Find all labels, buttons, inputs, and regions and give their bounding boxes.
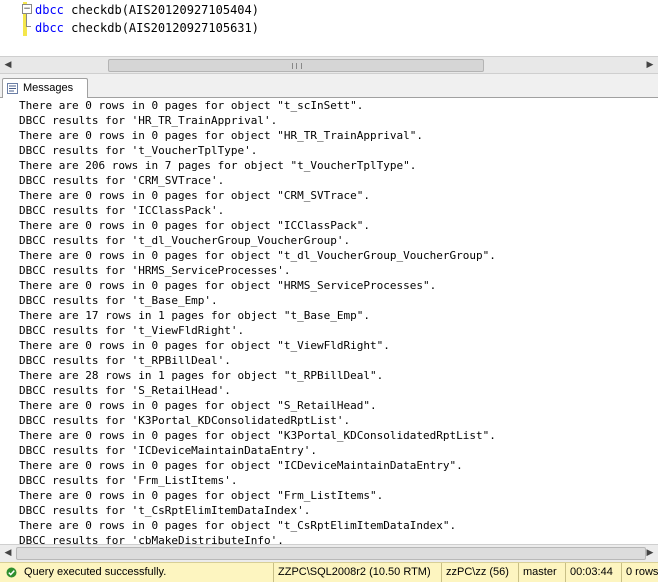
scroll-right-icon[interactable]: ▶: [642, 545, 658, 562]
status-rows: 0 rows: [621, 563, 658, 582]
message-line: There are 0 rows in 0 pages for object "…: [19, 399, 377, 412]
code-line-1[interactable]: dbcc checkdb(AIS20120927105404): [35, 1, 259, 19]
message-line: DBCC results for 't_RPBillDeal'.: [19, 354, 231, 367]
collapse-icon[interactable]: −: [22, 4, 32, 14]
sql-text: checkdb(AIS20120927105404): [63, 3, 259, 17]
grip-icon: [292, 63, 302, 69]
message-line: DBCC results for 'K3Portal_KDConsolidate…: [19, 414, 351, 427]
scroll-left-icon[interactable]: ◀: [0, 545, 16, 562]
message-line: DBCC results for 't_VoucherTplType'.: [19, 144, 258, 157]
message-line: DBCC results for 'cbMakeDistributeInfo'.: [19, 534, 284, 544]
message-line: DBCC results for 'HRMS_ServiceProcesses'…: [19, 264, 291, 277]
message-line: There are 0 rows in 0 pages for object "…: [19, 99, 364, 112]
message-line: There are 0 rows in 0 pages for object "…: [19, 249, 496, 262]
sql-keyword: dbcc: [35, 3, 64, 17]
scroll-right-icon[interactable]: ▶: [642, 57, 658, 73]
message-line: There are 0 rows in 0 pages for object "…: [19, 279, 437, 292]
message-line: There are 0 rows in 0 pages for object "…: [19, 189, 370, 202]
messages-horizontal-scrollbar[interactable]: ◀ ▶: [0, 544, 658, 562]
scrollbar-thumb[interactable]: [16, 547, 646, 560]
messages-pane[interactable]: There are 0 rows in 0 pages for object "…: [5, 98, 645, 544]
message-line: There are 0 rows in 0 pages for object "…: [19, 129, 423, 142]
status-message: Query executed successfully.: [24, 566, 167, 578]
message-line: DBCC results for 't_CsRptElimItemDataInd…: [19, 504, 311, 517]
message-line: There are 0 rows in 0 pages for object "…: [19, 339, 390, 352]
status-server: ZZPC\SQL2008r2 (10.50 RTM): [273, 563, 431, 582]
status-bar: Query executed successfully. ZZPC\SQL200…: [0, 562, 658, 582]
message-line: DBCC results for 'CRM_SVTrace'.: [19, 174, 225, 187]
tab-label: Messages: [23, 82, 74, 94]
message-line: There are 0 rows in 0 pages for object "…: [19, 219, 370, 232]
sql-keyword: dbcc: [35, 21, 64, 35]
tab-messages[interactable]: Messages: [2, 78, 88, 98]
message-line: DBCC results for 't_Base_Emp'.: [19, 294, 218, 307]
status-user: zzPC\zz (56): [441, 563, 509, 582]
message-line: There are 17 rows in 1 pages for object …: [19, 309, 370, 322]
messages-right-gutter: [645, 98, 658, 544]
message-line: DBCC results for 'Frm_ListItems'.: [19, 474, 238, 487]
message-line: DBCC results for 'HR_TR_TrainApprival'.: [19, 114, 278, 127]
query-editor[interactable]: − dbcc checkdb(AIS20120927105404) dbcc c…: [0, 0, 658, 57]
code-line-2[interactable]: dbcc checkdb(AIS20120927105631): [35, 19, 259, 37]
message-line: DBCC results for 't_dl_VoucherGroup_Vouc…: [19, 234, 351, 247]
message-line: DBCC results for 't_ViewFldRight'.: [19, 324, 245, 337]
status-elapsed: 00:03:44: [565, 563, 613, 582]
message-line: There are 0 rows in 0 pages for object "…: [19, 429, 496, 442]
fold-guide-end: [26, 26, 31, 27]
message-line: DBCC results for 'S_RetailHead'.: [19, 384, 231, 397]
message-line: There are 0 rows in 0 pages for object "…: [19, 489, 384, 502]
results-tabstrip: Messages: [0, 77, 658, 98]
message-line: There are 0 rows in 0 pages for object "…: [19, 519, 457, 532]
message-line: There are 0 rows in 0 pages for object "…: [19, 459, 463, 472]
status-database: master: [518, 563, 557, 582]
success-check-icon: [6, 567, 17, 578]
sql-text: checkdb(AIS20120927105631): [63, 21, 259, 35]
message-line: DBCC results for 'ICClassPack'.: [19, 204, 225, 217]
fold-guide-line: [26, 14, 27, 26]
scroll-left-icon[interactable]: ◀: [0, 57, 16, 73]
message-line: DBCC results for 'ICDeviceMaintainDataEn…: [19, 444, 318, 457]
message-line: There are 206 rows in 7 pages for object…: [19, 159, 417, 172]
scrollbar-thumb[interactable]: [108, 59, 484, 72]
editor-horizontal-scrollbar[interactable]: ◀ ▶: [0, 56, 658, 74]
messages-icon: [7, 83, 18, 94]
message-line: There are 28 rows in 1 pages for object …: [19, 369, 384, 382]
